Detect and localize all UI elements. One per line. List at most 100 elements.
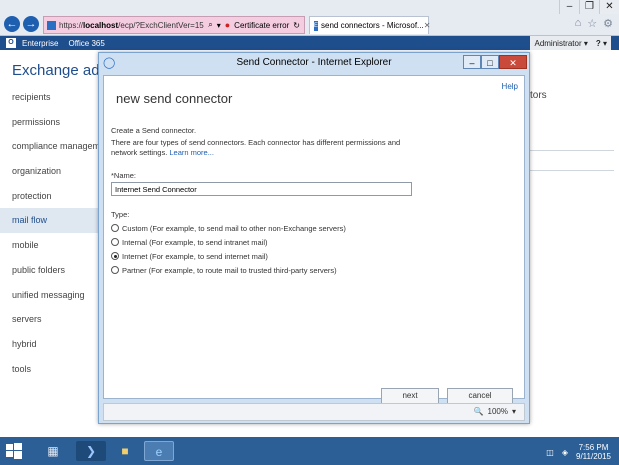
restore-button[interactable]: ❐ (579, 0, 599, 14)
office-logo-icon[interactable]: O (6, 38, 16, 48)
help-link[interactable]: Help (502, 82, 518, 91)
nav-item-unified-messaging[interactable]: unified messaging (0, 283, 100, 308)
send-connector-window: ◯ Send Connector - Internet Explorer – □… (98, 52, 530, 424)
home-icon[interactable]: ⌂ (575, 17, 582, 30)
favorites-icon[interactable]: ☆ (587, 17, 597, 30)
clock[interactable]: 7:56 PM 9/11/2015 (576, 443, 611, 461)
clock-date: 9/11/2015 (576, 452, 611, 461)
nav-item-protection[interactable]: protection (0, 184, 100, 209)
close-tab-icon[interactable]: ✕ (424, 21, 431, 30)
minimize-button[interactable]: – (463, 55, 481, 69)
browser-tab[interactable]: E send connectors - Microsof... ✕ (309, 16, 431, 34)
windows-start-icon[interactable] (6, 443, 22, 459)
url-text: https://localhost/ecp/?ExchClientVer=15 (59, 21, 204, 30)
powershell-icon[interactable]: ❯ (76, 441, 106, 461)
close-button[interactable]: ✕ (599, 0, 619, 14)
enterprise-link[interactable]: Enterprise (22, 39, 58, 48)
browser-tools: ⌂ ☆ ⚙ (575, 17, 613, 30)
radio-button[interactable] (111, 238, 119, 246)
refresh-icon[interactable]: ↻ (293, 21, 300, 30)
window-controls: – □ ✕ (463, 55, 527, 69)
help-menu[interactable]: ? ▾ (596, 39, 607, 48)
zoom-icon: 🔍 (473, 407, 484, 416)
help-icon: ? (595, 38, 601, 48)
url-prefix: https:// (59, 20, 84, 30)
admin-menu: Administrator ▾ ? ▾ (530, 36, 611, 50)
network-icon[interactable]: ◫ (546, 448, 554, 457)
radio-button-selected[interactable] (111, 252, 119, 260)
restore-button[interactable]: □ (481, 55, 499, 69)
radio-internet[interactable]: Internet (For example, to send internet … (111, 249, 346, 263)
nav-item-organization[interactable]: organization (0, 159, 100, 184)
radio-button[interactable] (111, 224, 119, 232)
chevron-down-icon: ▾ (583, 38, 588, 48)
type-radio-group: Custom (For example, to send mail to oth… (111, 221, 346, 277)
forward-button[interactable]: → (23, 16, 39, 32)
description-text: There are four types of send connectors.… (111, 138, 401, 157)
office365-link[interactable]: Office 365 (68, 39, 104, 48)
divider (530, 150, 614, 151)
minimize-button[interactable]: – (559, 0, 579, 14)
form-intro: Create a Send connector. (111, 126, 197, 135)
radio-custom[interactable]: Custom (For example, to send mail to oth… (111, 221, 346, 235)
radio-label: Partner (For example, to route mail to t… (122, 265, 337, 275)
radio-label: Internet (For example, to send internet … (122, 251, 268, 261)
form-body: Help new send connector Create a Send co… (103, 75, 525, 404)
nav-item-tools[interactable]: tools (0, 357, 100, 382)
address-tools: ⌕ ▾ ● Certificate error ↻ (208, 20, 304, 30)
window-controls: – ❐ ✕ (559, 0, 619, 14)
browser-chrome: – ❐ ✕ ← → https://localhost/ecp/?ExchCli… (0, 0, 619, 36)
nav-item-compliance[interactable]: compliance management (0, 134, 100, 159)
url-path: /ecp/?ExchClientVer=15 (118, 20, 204, 30)
gear-icon[interactable]: ⚙ (603, 17, 613, 30)
taskbar: ▦ ❯ ■ e ◫ ◈ 7:56 PM 9/11/2015 (0, 437, 619, 465)
nav-item-servers[interactable]: servers (0, 307, 100, 332)
admin-name: Administrator (534, 38, 582, 48)
cancel-button[interactable]: cancel (447, 388, 513, 404)
learn-more-link[interactable]: Learn more... (169, 148, 214, 157)
chevron-down-icon: ▾ (511, 407, 516, 416)
folder-icon[interactable]: ■ (110, 441, 140, 461)
address-bar[interactable]: https://localhost/ecp/?ExchClientVer=15 … (43, 16, 305, 34)
clock-time: 7:56 PM (578, 443, 609, 452)
form-title: new send connector (116, 91, 233, 106)
radio-button[interactable] (111, 266, 119, 274)
search-icon[interactable]: ⌕ (208, 20, 212, 30)
left-nav: recipients permissions compliance manage… (0, 85, 100, 381)
server-manager-icon[interactable]: ▦ (38, 441, 68, 461)
internet-explorer-icon[interactable]: e (144, 441, 174, 461)
url-host: localhost (83, 20, 119, 30)
nav-item-hybrid[interactable]: hybrid (0, 332, 100, 357)
next-button[interactable]: next (381, 388, 439, 404)
nav-item-recipients[interactable]: recipients (0, 85, 100, 110)
shield-icon: ● (224, 20, 231, 30)
radio-internal[interactable]: Internal (For example, to send intranet … (111, 235, 346, 249)
radio-label: Internal (For example, to send intranet … (122, 237, 268, 247)
divider (530, 170, 614, 171)
tab-title: send connectors - Microsof... (321, 21, 424, 30)
nav-item-public-folders[interactable]: public folders (0, 258, 100, 283)
certificate-error-label[interactable]: Certificate error (234, 21, 289, 30)
zoom-control[interactable]: 🔍 100% ▾ (474, 407, 516, 416)
nav-item-mail-flow[interactable]: mail flow (0, 208, 100, 234)
background-tab-label: tors (530, 90, 547, 101)
status-bar: 🔍 100% ▾ (103, 403, 525, 421)
radio-partner[interactable]: Partner (For example, to route mail to t… (111, 263, 346, 277)
chevron-down-icon: ▾ (602, 38, 607, 48)
window-titlebar[interactable]: ◯ Send Connector - Internet Explorer – □… (99, 53, 529, 73)
form-description: There are four types of send connectors.… (111, 138, 411, 158)
site-icon (47, 20, 56, 30)
close-button[interactable]: ✕ (499, 55, 527, 69)
dropdown-icon[interactable]: ▾ (217, 21, 221, 30)
admin-label[interactable]: Administrator ▾ (534, 39, 587, 48)
system-tray: ◫ ◈ 7:56 PM 9/11/2015 (546, 443, 611, 461)
name-label: *Name: (111, 171, 137, 180)
nav-item-mobile[interactable]: mobile (0, 233, 100, 258)
type-label: Type: (111, 210, 130, 219)
name-field[interactable] (111, 182, 412, 196)
volume-icon[interactable]: ◈ (562, 448, 568, 457)
o365-header: O Enterprise Office 365 (0, 36, 619, 50)
nav-item-permissions[interactable]: permissions (0, 110, 100, 135)
radio-label: Custom (For example, to send mail to oth… (122, 223, 346, 233)
back-button[interactable]: ← (4, 16, 20, 32)
